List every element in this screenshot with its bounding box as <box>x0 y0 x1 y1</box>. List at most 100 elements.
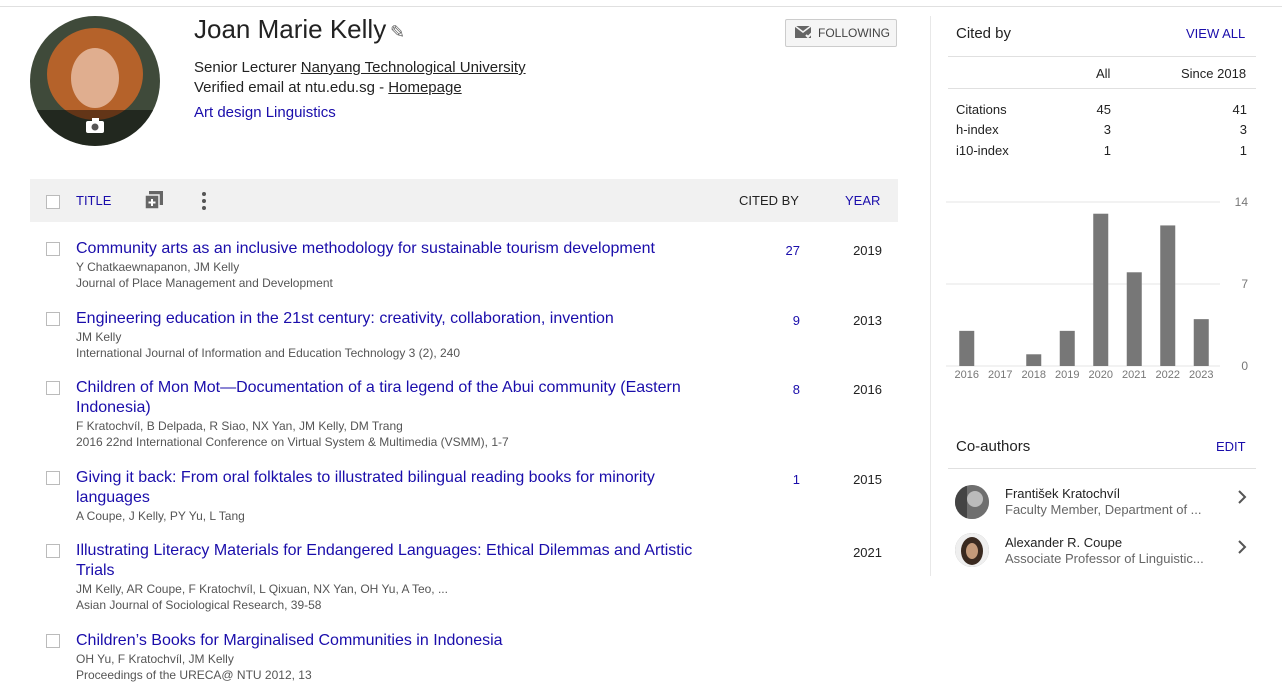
x-tick-label: 2020 <box>1089 369 1113 381</box>
coauthor-affiliation: Associate Professor of Linguistic... <box>1005 551 1204 566</box>
add-article-icon[interactable] <box>144 191 163 210</box>
chart-bar[interactable] <box>1193 319 1209 366</box>
edit-coauthors-link[interactable]: EDIT <box>1216 439 1246 454</box>
citations-chart: 14 7 0 2016 2017 2018 2019 2020 2021 2022 2023 <box>946 195 1249 381</box>
university-link[interactable]: Nanyang Technological University <box>301 59 526 76</box>
article-year: 2019 <box>853 243 882 258</box>
chart-bar[interactable] <box>1026 354 1042 366</box>
cited-count-link[interactable]: 27 <box>760 243 800 258</box>
y-tick-label: 0 <box>1241 359 1248 373</box>
following-button[interactable]: FOLLOWING <box>785 19 897 47</box>
article-row: Children of Mon Mot—Documentation of a t… <box>76 378 726 450</box>
cited-by-header[interactable]: CITED BY <box>739 193 799 208</box>
article-authors: A Coupe, J Kelly, PY Yu, L Tang <box>76 509 245 523</box>
y-tick-label: 14 <box>1235 195 1249 209</box>
article-row: Illustrating Literacy Materials for Enda… <box>76 541 726 613</box>
interests: Art design Linguistics <box>194 104 336 121</box>
chart-bar[interactable] <box>1160 225 1176 366</box>
row-checkbox[interactable] <box>46 242 60 256</box>
interest-link[interactable]: Linguistics <box>266 104 336 121</box>
coauthor-avatar[interactable] <box>955 485 989 519</box>
article-authors: Y Chatkaewnapanon, JM Kelly <box>76 260 240 274</box>
more-vert-icon[interactable] <box>200 191 208 211</box>
top-divider <box>0 6 1282 7</box>
chevron-right-icon[interactable] <box>1237 540 1247 559</box>
chart-bar[interactable] <box>1093 213 1109 366</box>
sort-title[interactable]: TITLE <box>76 193 111 208</box>
article-year: 2021 <box>853 545 882 560</box>
article-row: Giving it back: From oral folktales to i… <box>76 468 726 524</box>
row-checkbox[interactable] <box>46 544 60 558</box>
metric-all: 1 <box>1103 143 1111 158</box>
x-tick-label: 2022 <box>1156 369 1180 381</box>
article-year: 2013 <box>853 313 882 328</box>
article-authors: JM Kelly <box>76 330 122 344</box>
article-venue: Asian Journal of Sociological Research, … <box>76 598 322 612</box>
article-title-link[interactable]: Community arts as an inclusive methodolo… <box>76 239 726 259</box>
chevron-right-icon[interactable] <box>1237 490 1247 509</box>
article-title-link[interactable]: Illustrating Literacy Materials for Enda… <box>76 541 726 581</box>
coauthor-affiliation: Faculty Member, Department of ... <box>1005 502 1202 517</box>
add-photo-icon[interactable] <box>84 114 106 136</box>
cited-count-link[interactable]: 9 <box>760 313 800 328</box>
article-title-link[interactable]: Engineering education in the 21st centur… <box>76 309 726 329</box>
profile-name: Joan Marie Kelly <box>194 14 387 44</box>
mail-check-icon <box>794 24 814 42</box>
metric-all: 45 <box>1096 102 1111 117</box>
article-title-link[interactable]: Children’s Books for Marginalised Commun… <box>76 631 726 651</box>
x-tick-label: 2017 <box>988 369 1012 381</box>
row-checkbox[interactable] <box>46 634 60 648</box>
metric-label: Citations <box>956 102 1007 117</box>
col-all-header: All <box>1096 66 1111 81</box>
row-checkbox[interactable] <box>46 381 60 395</box>
chart-bar[interactable] <box>1059 330 1075 366</box>
col-since-header: Since 2018 <box>1181 66 1247 81</box>
chart-bar[interactable] <box>1126 272 1142 366</box>
article-title-link[interactable]: Children of Mon Mot—Documentation of a t… <box>76 378 726 418</box>
row-checkbox[interactable] <box>46 312 60 326</box>
x-tick-label: 2023 <box>1189 369 1213 381</box>
article-title-link[interactable]: Giving it back: From oral folktales to i… <box>76 468 726 508</box>
metric-label: h-index <box>956 122 999 137</box>
row-checkbox[interactable] <box>46 471 60 485</box>
chart-bar[interactable] <box>959 330 975 366</box>
y-tick-label: 7 <box>1241 277 1248 291</box>
metric-since: 3 <box>1239 122 1247 137</box>
articles-header: TITLE CITED BY YEAR <box>30 179 898 222</box>
x-tick-label: 2016 <box>955 369 979 381</box>
edit-pencil-icon[interactable]: ✎ <box>390 22 405 43</box>
cited-by-title: Cited by <box>956 25 1012 42</box>
article-authors: JM Kelly, AR Coupe, F Kratochvíl, L Qixu… <box>76 582 448 596</box>
article-venue: International Journal of Information and… <box>76 346 461 360</box>
coauthor-name-link[interactable]: František Kratochvíl <box>1005 486 1120 501</box>
article-year: 2016 <box>853 382 882 397</box>
article-row: Children’s Books for Marginalised Commun… <box>76 631 726 683</box>
article-venue: Journal of Place Management and Developm… <box>76 276 333 290</box>
article-venue: Proceedings of the URECA@ NTU 2012, 13 <box>76 668 312 682</box>
coauthor-name-link[interactable]: Alexander R. Coupe <box>1005 535 1122 550</box>
column-divider <box>930 16 931 576</box>
x-tick-label: 2019 <box>1055 369 1079 381</box>
view-all-link[interactable]: VIEW ALL <box>1186 26 1245 41</box>
cited-count-link[interactable]: 1 <box>760 472 800 487</box>
divider <box>948 88 1256 89</box>
coauthor-avatar[interactable] <box>955 533 989 567</box>
sort-year[interactable]: YEAR <box>845 193 880 208</box>
select-all-checkbox[interactable] <box>46 195 60 209</box>
profile-affiliation: Senior Lecturer Nanyang Technological Un… <box>194 58 526 98</box>
profile-avatar[interactable] <box>30 16 160 146</box>
metric-since: 1 <box>1239 143 1247 158</box>
x-tick-label: 2021 <box>1122 369 1146 381</box>
metric-label: i10-index <box>956 143 1009 158</box>
position-text: Senior Lecturer <box>194 59 297 76</box>
article-venue: 2016 22nd International Conference on Vi… <box>76 435 509 449</box>
article-year: 2015 <box>853 472 882 487</box>
interest-link[interactable]: Art design <box>194 104 262 121</box>
metric-all: 3 <box>1103 122 1111 137</box>
homepage-link[interactable]: Homepage <box>388 79 461 96</box>
article-row: Community arts as an inclusive methodolo… <box>76 239 726 291</box>
cited-count-link[interactable]: 8 <box>760 382 800 397</box>
divider <box>948 56 1256 57</box>
x-tick-label: 2018 <box>1022 369 1046 381</box>
article-authors: F Kratochvíl, B Delpada, R Siao, NX Yan,… <box>76 419 403 433</box>
